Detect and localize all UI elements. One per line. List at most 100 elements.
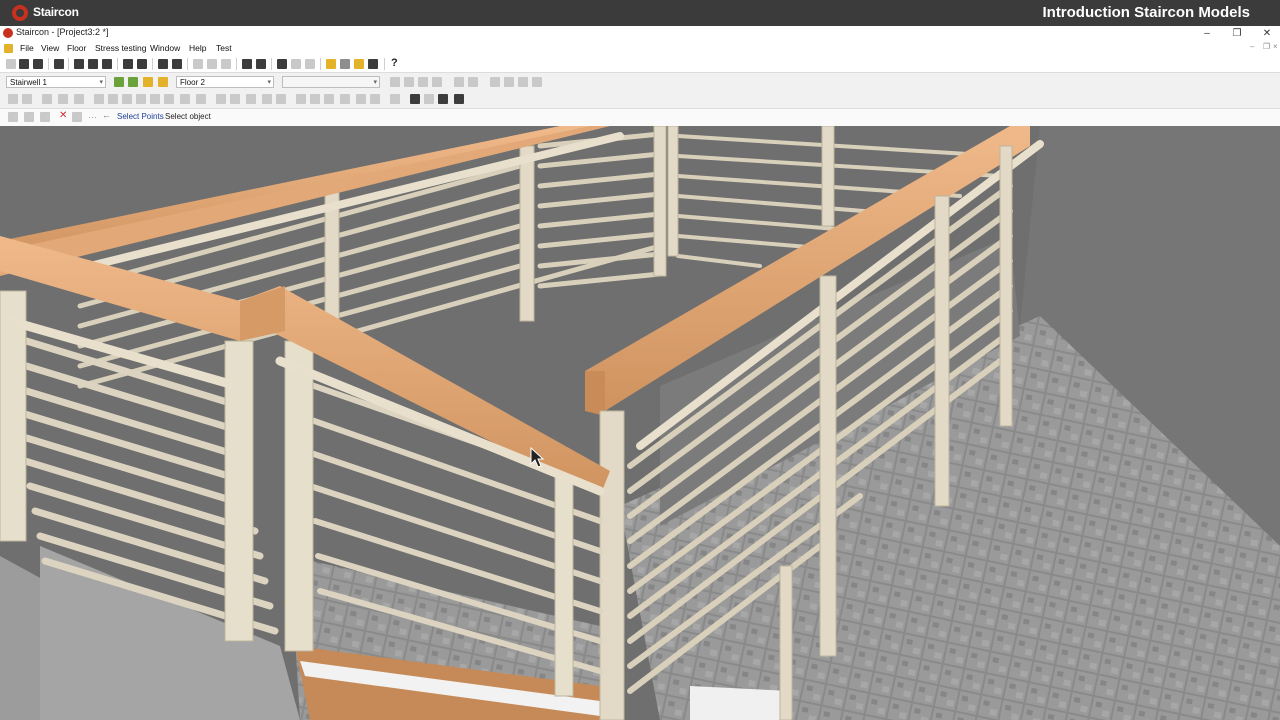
redo-icon[interactable] bbox=[256, 59, 266, 69]
video-title: Introduction Staircon Models bbox=[1042, 4, 1250, 21]
zoom-icon[interactable] bbox=[277, 59, 287, 69]
3d-viewport[interactable] bbox=[0, 126, 1280, 720]
mirror-icon[interactable] bbox=[490, 77, 500, 87]
mdi-close-icon[interactable]: × bbox=[1273, 42, 1278, 51]
landing-icon[interactable] bbox=[58, 94, 68, 104]
measure-icon[interactable] bbox=[340, 59, 350, 69]
open-file-icon[interactable] bbox=[19, 59, 29, 69]
document-icon bbox=[4, 44, 13, 53]
select-icon[interactable] bbox=[8, 112, 18, 122]
view-front-icon[interactable] bbox=[454, 94, 464, 104]
save-icon[interactable] bbox=[33, 59, 43, 69]
stringer-icon[interactable] bbox=[74, 94, 84, 104]
move-icon[interactable] bbox=[354, 59, 364, 69]
text-icon[interactable] bbox=[230, 94, 240, 104]
cut-icon[interactable] bbox=[193, 59, 203, 69]
rectangle-icon[interactable] bbox=[180, 94, 190, 104]
list-icon[interactable] bbox=[88, 59, 98, 69]
minimize-button[interactable]: – bbox=[1192, 26, 1222, 41]
circle-icon[interactable] bbox=[136, 94, 146, 104]
select-crossing-icon[interactable] bbox=[40, 112, 50, 122]
window-icon[interactable] bbox=[54, 59, 64, 69]
menu-window[interactable]: Window bbox=[150, 43, 180, 53]
export-icon[interactable] bbox=[137, 59, 147, 69]
staircase-render bbox=[0, 126, 1280, 720]
stairwell-select-value: Stairwell 1 bbox=[10, 78, 47, 87]
new-file-icon[interactable] bbox=[6, 59, 16, 69]
align-right-icon[interactable] bbox=[418, 77, 428, 87]
select-window-icon[interactable] bbox=[24, 112, 34, 122]
arc-icon[interactable] bbox=[122, 94, 132, 104]
dimension-icon[interactable] bbox=[216, 94, 226, 104]
ellipsis-icon: … bbox=[88, 110, 97, 120]
stairwell-add-icon[interactable] bbox=[114, 77, 124, 87]
close-button[interactable]: ✕ bbox=[1252, 26, 1280, 41]
print-icon[interactable] bbox=[158, 59, 168, 69]
mdi-minimize-icon[interactable]: – bbox=[1250, 42, 1254, 51]
move-up-icon[interactable] bbox=[454, 77, 464, 87]
extend-icon[interactable] bbox=[276, 94, 286, 104]
layout-icon[interactable] bbox=[74, 59, 84, 69]
camera-icon[interactable] bbox=[410, 94, 420, 104]
selection-toolbar: Stairwell 1 ▾ Floor 2 ▾ ▾ bbox=[0, 72, 1280, 91]
back-arrow-icon[interactable]: ← bbox=[102, 110, 111, 120]
window-title: Staircon - [Project3:2 *] bbox=[16, 27, 109, 37]
floor-select[interactable]: Floor 2 ▾ bbox=[176, 76, 274, 88]
undo-icon[interactable] bbox=[242, 59, 252, 69]
array-icon[interactable] bbox=[356, 94, 366, 104]
hatch-icon[interactable] bbox=[196, 94, 206, 104]
align-icon[interactable] bbox=[102, 59, 112, 69]
secondary-select[interactable]: ▾ bbox=[282, 76, 380, 88]
zoom-extents-icon[interactable] bbox=[305, 59, 315, 69]
cancel-icon[interactable]: ✕ bbox=[59, 110, 67, 121]
render-icon[interactable] bbox=[424, 94, 434, 104]
stairwell-edit-icon[interactable] bbox=[128, 77, 138, 87]
step-icon[interactable] bbox=[42, 94, 52, 104]
import-icon[interactable] bbox=[123, 59, 133, 69]
select-points-link[interactable]: Select Points bbox=[117, 112, 164, 121]
rotate-icon[interactable] bbox=[504, 77, 514, 87]
confirm-icon[interactable] bbox=[72, 112, 82, 122]
staircon-logo-icon bbox=[12, 5, 28, 21]
grid-icon[interactable] bbox=[8, 94, 18, 104]
zoom-window-icon[interactable] bbox=[291, 59, 301, 69]
stairwell-active-icon[interactable] bbox=[143, 77, 153, 87]
trim-icon[interactable] bbox=[262, 94, 272, 104]
print-preview-icon[interactable] bbox=[172, 59, 182, 69]
copy-icon[interactable] bbox=[207, 59, 217, 69]
menu-file[interactable]: File bbox=[20, 43, 34, 53]
erase-icon[interactable] bbox=[246, 94, 256, 104]
menu-floor[interactable]: Floor bbox=[67, 43, 86, 53]
menu-test[interactable]: Test bbox=[216, 43, 232, 53]
ellipse-icon[interactable] bbox=[150, 94, 160, 104]
stairwell-select[interactable]: Stairwell 1 ▾ bbox=[6, 76, 106, 88]
snap-icon[interactable] bbox=[326, 59, 336, 69]
menu-help[interactable]: Help bbox=[189, 43, 206, 53]
menu-view[interactable]: View bbox=[41, 43, 59, 53]
move-down-icon[interactable] bbox=[468, 77, 478, 87]
align-left-icon[interactable] bbox=[390, 77, 400, 87]
wall-icon[interactable] bbox=[22, 94, 32, 104]
distribute-icon[interactable] bbox=[432, 77, 442, 87]
restore-button[interactable]: ❐ bbox=[1222, 26, 1252, 41]
view-3d-icon[interactable] bbox=[438, 94, 448, 104]
drawing-toolbar bbox=[0, 90, 1280, 108]
chamfer-icon[interactable] bbox=[310, 94, 320, 104]
help-icon[interactable]: ? bbox=[391, 57, 398, 69]
menu-stress-testing[interactable]: Stress testing bbox=[95, 43, 147, 53]
mdi-restore-icon[interactable]: ❐ bbox=[1263, 42, 1270, 51]
flip-icon[interactable] bbox=[518, 77, 528, 87]
align-center-icon[interactable] bbox=[404, 77, 414, 87]
point-icon[interactable] bbox=[164, 94, 174, 104]
break-icon[interactable] bbox=[324, 94, 334, 104]
stretch-icon[interactable] bbox=[390, 94, 400, 104]
fillet-icon[interactable] bbox=[296, 94, 306, 104]
stairwell-view-icon[interactable] bbox=[158, 77, 168, 87]
angle-icon[interactable] bbox=[368, 59, 378, 69]
line-icon[interactable] bbox=[94, 94, 104, 104]
scale-icon[interactable] bbox=[370, 94, 380, 104]
join-icon[interactable] bbox=[340, 94, 350, 104]
offset-icon[interactable] bbox=[532, 77, 542, 87]
paste-icon[interactable] bbox=[221, 59, 231, 69]
polyline-icon[interactable] bbox=[108, 94, 118, 104]
